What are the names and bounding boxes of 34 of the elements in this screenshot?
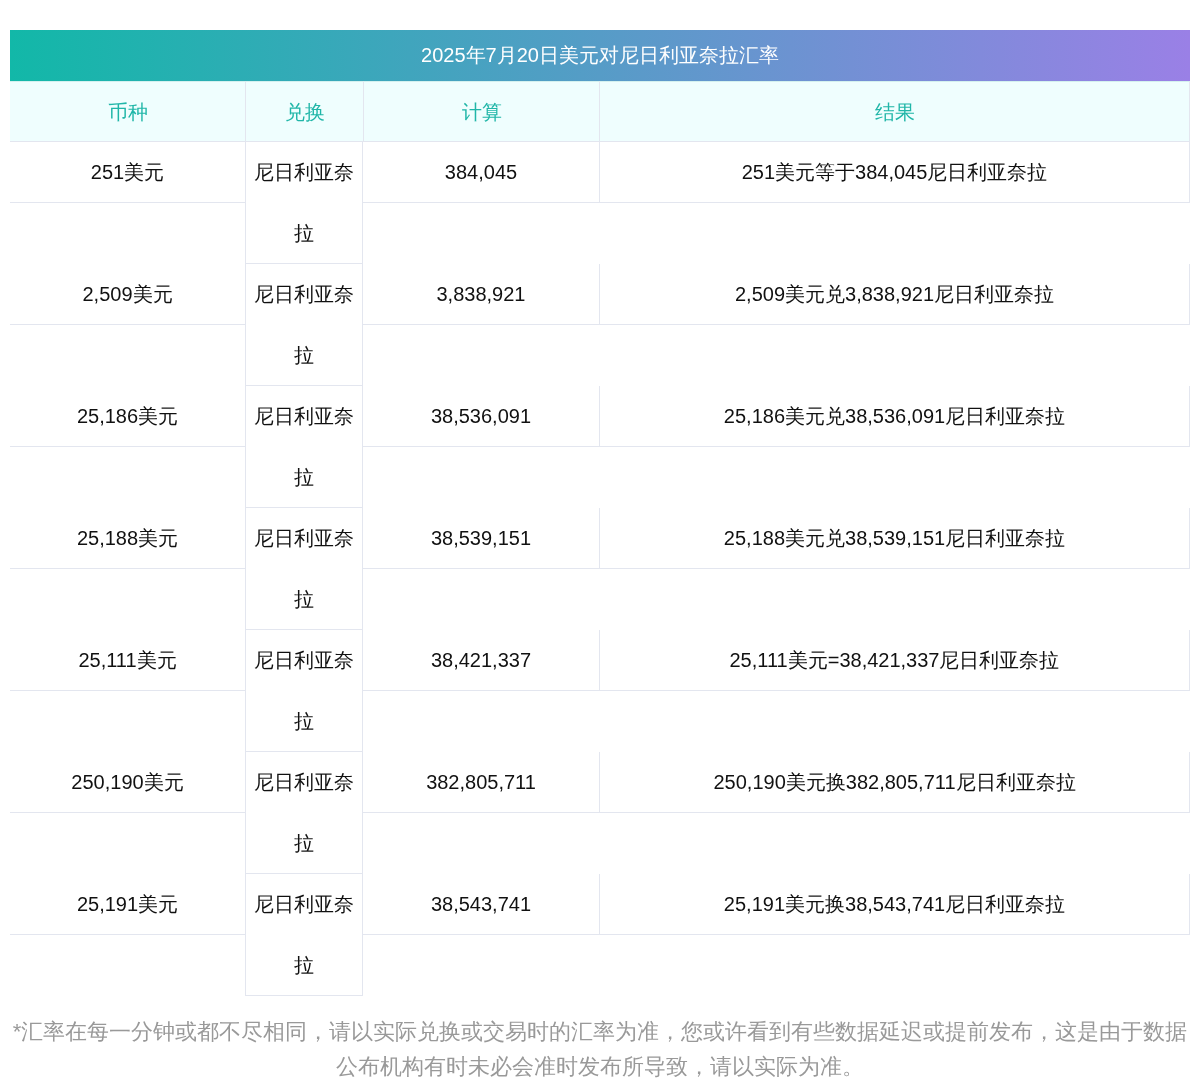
table-cell: 25,191美元 (10, 874, 245, 935)
table-cell: 25,186美元兑38,536,091尼日利亚奈拉 (599, 386, 1190, 447)
table-cell: 尼日利亚奈拉 (245, 386, 363, 508)
table-cell: 25,188美元兑38,539,151尼日利亚奈拉 (599, 508, 1190, 569)
table-cell: 尼日利亚奈拉 (245, 264, 363, 386)
table-cell: 25,111美元=38,421,337尼日利亚奈拉 (599, 630, 1190, 691)
table-cell: 尼日利亚奈拉 (245, 630, 363, 752)
disclaimer-text: *汇率在每一分钟或都不尽相同，请以实际兑换或交易时的汇率为准，您或许看到有些数据延迟或提前发布，这是由于数据公布机构有时未必会准时发布所导致，请以实际为准。 (11, 1018, 1189, 1081)
table-cell: 尼日利亚奈拉 (245, 142, 363, 264)
table-cell: 尼日利亚奈拉 (245, 874, 363, 996)
table-cell: 38,536,091 (363, 386, 599, 447)
table-cell: 38,421,337 (363, 630, 599, 691)
table-cell: 251美元等于384,045尼日利亚奈拉 (599, 142, 1190, 203)
table-cell: 25,111美元 (10, 630, 245, 691)
table-cell: 38,539,151 (363, 508, 599, 569)
column-header: 币种 (10, 81, 245, 142)
table-cell: 25,186美元 (10, 386, 245, 447)
table-cell: 38,543,741 (363, 874, 599, 935)
table-cell: 25,191美元换38,543,741尼日利亚奈拉 (599, 874, 1190, 935)
table-cell: 382,805,711 (363, 752, 599, 813)
table-title: 2025年7月20日美元对尼日利亚奈拉汇率 (10, 30, 1190, 81)
column-header: 结果 (599, 81, 1190, 142)
table-cell: 尼日利亚奈拉 (245, 508, 363, 630)
column-header: 计算 (363, 81, 599, 142)
table-cell: 3,838,921 (363, 264, 599, 325)
table-cell: 251美元 (10, 142, 245, 203)
table-cell: 25,188美元 (10, 508, 245, 569)
column-header: 兑换 (245, 81, 363, 142)
table-cell: 2,509美元 (10, 264, 245, 325)
table-cell: 250,190美元 (10, 752, 245, 813)
table-cell: 250,190美元换382,805,711尼日利亚奈拉 (599, 752, 1190, 813)
table-cell: 尼日利亚奈拉 (245, 752, 363, 874)
table-cell: 2,509美元兑3,838,921尼日利亚奈拉 (599, 264, 1190, 325)
table-cell: 384,045 (363, 142, 599, 203)
